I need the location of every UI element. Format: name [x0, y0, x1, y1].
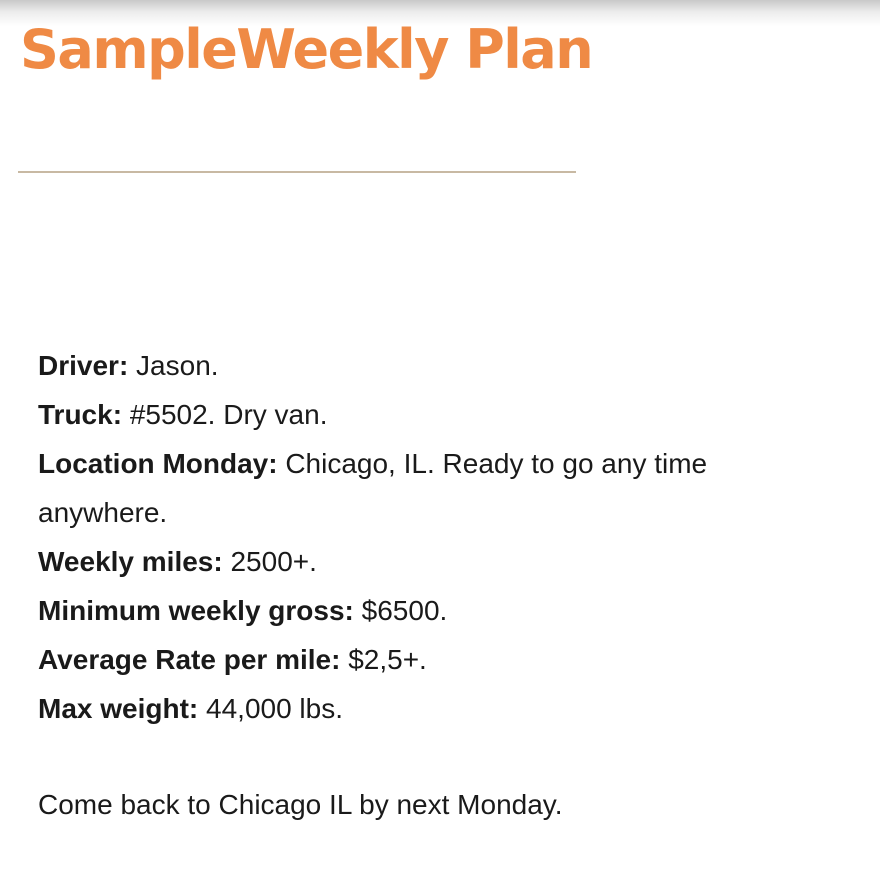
detail-value: $2,5+.: [348, 644, 427, 675]
title-divider: [18, 171, 576, 173]
detail-value: #5502. Dry van.: [129, 399, 328, 430]
detail-label: Weekly miles:: [38, 546, 223, 577]
detail-label: Minimum weekly gross:: [38, 595, 354, 626]
closing-note: Come back to Chicago IL by next Monday.: [38, 789, 563, 820]
detail-label: Max weight:: [38, 693, 199, 724]
detail-label: Truck:: [38, 399, 123, 430]
detail-label: Location Monday:: [38, 448, 278, 479]
page-title: SampleWeekly Plan: [20, 18, 594, 81]
detail-driver: Driver: Jason.: [38, 341, 838, 390]
detail-min-gross: Minimum weekly gross: $6500.: [38, 586, 838, 635]
detail-truck: Truck: #5502. Dry van.: [38, 390, 838, 439]
detail-rate-per-mile: Average Rate per mile: $2,5+.: [38, 635, 838, 684]
detail-location: Location Monday: Chicago, IL. Ready to g…: [38, 439, 818, 537]
detail-value: 2500+.: [230, 546, 317, 577]
plan-details: Driver: Jason. Truck: #5502. Dry van. Lo…: [38, 341, 838, 733]
detail-value: Jason.: [136, 350, 219, 381]
detail-label: Driver:: [38, 350, 129, 381]
detail-label: Average Rate per mile:: [38, 644, 341, 675]
detail-max-weight: Max weight: 44,000 lbs.: [38, 684, 838, 733]
detail-weekly-miles: Weekly miles: 2500+.: [38, 537, 838, 586]
detail-value: 44,000 lbs.: [206, 693, 344, 724]
detail-value: $6500.: [361, 595, 448, 626]
